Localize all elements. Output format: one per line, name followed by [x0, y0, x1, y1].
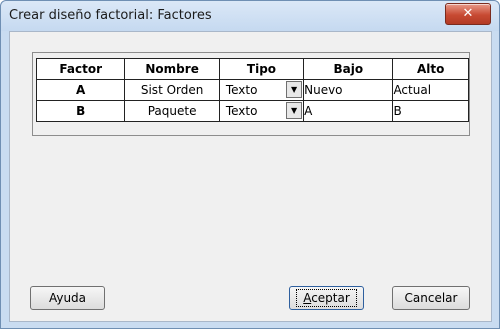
dropdown-arrow-icon[interactable]: ▼ — [286, 102, 303, 119]
title-bar[interactable]: Crear diseño factorial: Factores ✕ — [1, 1, 499, 31]
table-row: B Paquete Texto ▼ A B — [35, 100, 469, 122]
ok-access-key: A — [303, 291, 312, 305]
dialog-body: Factor Nombre Tipo Bajo Alto A Sist Orde… — [9, 31, 492, 322]
bajo-cell[interactable]: Nuevo — [303, 79, 394, 101]
cancel-button[interactable]: Cancelar — [392, 286, 470, 310]
tipo-value: Texto — [225, 83, 258, 97]
tipo-value: Texto — [225, 104, 258, 118]
factors-grid: Factor Nombre Tipo Bajo Alto A Sist Orde… — [35, 58, 469, 122]
grid-header-row: Factor Nombre Tipo Bajo Alto — [35, 58, 469, 80]
cancel-button-label: Cancelar — [404, 291, 458, 305]
col-header-alto: Alto — [392, 58, 469, 80]
dialog-window: Crear diseño factorial: Factores ✕ Facto… — [0, 0, 500, 329]
col-header-factor: Factor — [35, 58, 126, 80]
col-header-nombre: Nombre — [124, 58, 220, 80]
dropdown-arrow-icon[interactable]: ▼ — [286, 81, 303, 98]
factor-cell: A — [35, 79, 126, 101]
factor-cell: B — [35, 100, 126, 122]
factors-grid-frame: Factor Nombre Tipo Bajo Alto A Sist Orde… — [32, 52, 470, 136]
bajo-cell[interactable]: A — [303, 100, 394, 122]
close-icon: ✕ — [462, 6, 474, 21]
nombre-cell[interactable]: Paquete — [124, 100, 220, 122]
alto-cell[interactable]: Actual — [392, 79, 469, 101]
col-header-tipo: Tipo — [218, 58, 305, 80]
tipo-cell[interactable]: Texto ▼ — [218, 100, 305, 122]
window-title: Crear diseño factorial: Factores — [9, 8, 212, 23]
help-button[interactable]: Ayuda — [30, 286, 105, 310]
ok-button[interactable]: Aceptar — [289, 286, 364, 310]
nombre-cell[interactable]: Sist Orden — [124, 79, 220, 101]
help-button-label: Ayuda — [48, 291, 87, 305]
table-row: A Sist Orden Texto ▼ Nuevo Actual — [35, 79, 469, 101]
ok-button-label: Aceptar — [296, 289, 357, 307]
ok-label-rest: ceptar — [311, 291, 350, 305]
tipo-cell[interactable]: Texto ▼ — [218, 79, 305, 101]
col-header-bajo: Bajo — [303, 58, 394, 80]
alto-cell[interactable]: B — [392, 100, 469, 122]
close-button[interactable]: ✕ — [445, 3, 491, 25]
